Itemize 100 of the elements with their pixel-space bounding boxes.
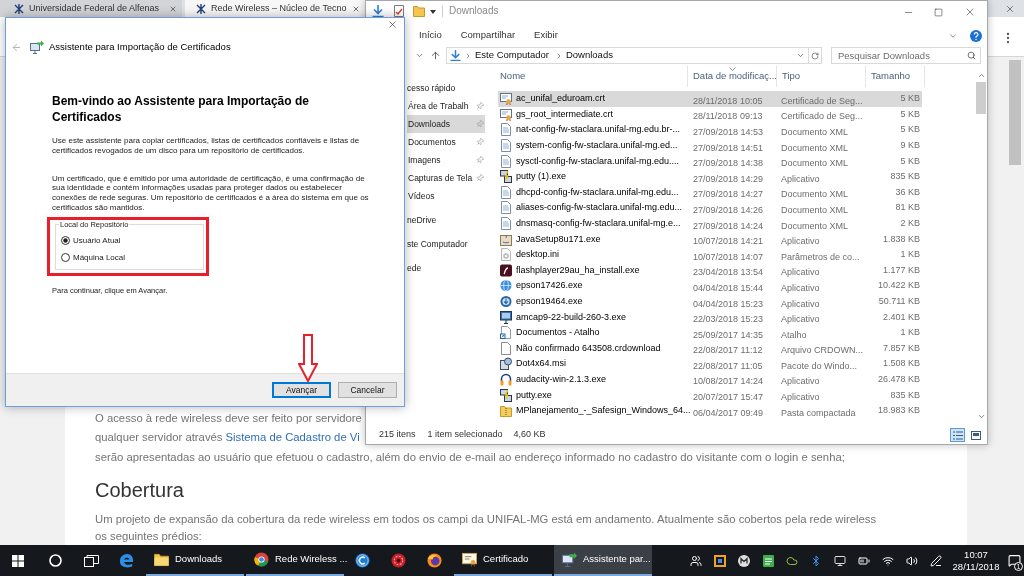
document-icon (500, 201, 512, 215)
file-row[interactable]: dhcpd-config-fw-staclara.unifal-mg.edu... 27/09/2018 14:27 Documento XML 36 KB (498, 184, 922, 201)
radio-option[interactable]: Usuário Atual (61, 233, 121, 248)
file-size: 18.983 KB (877, 405, 920, 417)
file-row[interactable]: amcap9-22-build-260-3.exe 22/03/2018 15:23 Aplicativo 2.401 KB (498, 309, 922, 325)
file-row[interactable]: dnsmasq-config-fw-staclara.unifal-mg.e... 27/09/2018 14:24 Documento XML 2 KB (498, 215, 922, 232)
ring-icon[interactable] (48, 554, 62, 567)
cadastro-link[interactable]: Sistema de Cadastro de Vi (225, 431, 360, 443)
file-row[interactable]: Não confirmado 643508.crdownload 22/08/2017 11:12 Arquivo CRDOWN... 7.857 KB (498, 340, 922, 357)
file-row[interactable]: Dot4x64.msi 22/08/2017 11:05 Pacote do Windo... 1.508 KB (498, 356, 922, 372)
ribbon-tab[interactable]: Compartilhar (454, 28, 522, 43)
close-icon[interactable] (386, 19, 398, 30)
nav-item[interactable]: Capturas de Tela (407, 169, 485, 187)
browser-tab[interactable]: Rede Wireless – Núcleo de Tecno (185, 0, 365, 17)
cancel-button[interactable]: Cancelar (338, 382, 397, 398)
close-icon[interactable] (964, 6, 976, 18)
file-row[interactable]: ac_unifal_eduroam.crt 28/11/2018 10:05 Certificado de Seg... 5 KB (498, 91, 922, 107)
selection-size: 4,60 KB (513, 428, 546, 442)
battery-icon[interactable] (858, 554, 870, 567)
scroll-down-icon[interactable] (976, 412, 986, 421)
file-date: 27/09/2018 14:53 (693, 127, 764, 137)
wifi-icon[interactable] (882, 554, 894, 567)
radio-option[interactable]: Máquina Local (61, 250, 126, 265)
caret-icon[interactable] (430, 10, 436, 14)
properties-icon[interactable] (394, 5, 404, 17)
circle-app-icon[interactable] (738, 554, 750, 567)
scrollbar-thumb[interactable] (976, 82, 986, 114)
maximize-icon[interactable] (933, 7, 943, 17)
column-header[interactable]: Tamanho (866, 66, 925, 87)
next-button[interactable]: Avançar (272, 382, 331, 398)
radio-icon[interactable] (61, 253, 70, 263)
address-bar[interactable]: Este Computador Downloads (446, 47, 809, 64)
start-icon[interactable] (12, 554, 24, 567)
clock-date[interactable]: 28/11/2018 (952, 560, 1000, 573)
recent-locations-icon[interactable] (415, 51, 424, 60)
file-row[interactable]: epson19464.exe 04/04/2018 15:23 Aplicativo 50.711 KB (498, 293, 922, 310)
notification-icon[interactable] (1007, 554, 1021, 567)
nav-item[interactable]: neDrive (407, 211, 485, 229)
details-view-button[interactable] (950, 428, 965, 442)
browser-tab[interactable]: Universidade Federal de Alfenas (0, 0, 182, 17)
search-icon[interactable] (967, 51, 976, 60)
taskbar-window-button[interactable]: Downloads (146, 545, 244, 576)
file-row[interactable]: aliases-config-fw-staclara.unifal-mg.edu... 27/09/2018 14:26 Documento XML 81 KB (498, 200, 922, 216)
radio-icon[interactable] (61, 236, 70, 246)
scroll-up-icon[interactable] (976, 71, 986, 80)
breadcrumb[interactable]: Este Computador (472, 48, 552, 63)
file-row[interactable]: putty.exe 20/07/2017 15:47 Aplicativo 835 KB (498, 387, 922, 403)
dropdown-icon[interactable] (796, 51, 805, 60)
c-logo-icon[interactable] (354, 553, 370, 568)
search-field[interactable]: Pesquisar Downloads (831, 47, 981, 64)
file-row[interactable]: JavaSetup8u171.exe 10/07/2018 14:21 Aplicativo 1.838 KB (498, 231, 922, 247)
file-row[interactable]: sysctl-config-fw-staclara.unifal-mg.edu.... 27/09/2018 14:38 Documento XML 5 KB (498, 153, 922, 169)
column-header[interactable]: Nome (498, 66, 688, 87)
refresh-button[interactable] (809, 47, 822, 64)
scrollbar-thumb[interactable] (1009, 60, 1021, 165)
file-row[interactable]: Documentos - Atalho 25/09/2017 14:35 Atalho 1 KB (498, 324, 922, 341)
e-logo-icon[interactable] (118, 553, 134, 568)
bluetooth-icon[interactable] (810, 554, 822, 567)
file-row[interactable]: MPlanejamento_-_Safesign_Windows_64... 06/04/2017 09:49 Pasta compactada 18.983 KB (498, 402, 922, 419)
people-icon[interactable] (690, 554, 702, 567)
file-row[interactable]: epson17426.exe 04/04/2018 15:44 Aplicativo 10.422 KB (498, 278, 922, 294)
column-header[interactable]: Tipo (777, 66, 866, 87)
taskbar-window-button[interactable]: Assistente par... (554, 545, 652, 576)
pen-icon[interactable] (930, 554, 942, 567)
square-app-icon[interactable] (714, 554, 726, 567)
help-icon[interactable] (970, 29, 982, 42)
file-row[interactable]: flashplayer29au_ha_install.exe 23/04/2018 13:54 Aplicativo 1.177 KB (498, 262, 922, 279)
up-arrow-icon[interactable] (430, 50, 441, 61)
ribbon-tab[interactable]: Início (413, 28, 448, 43)
monitor-icon[interactable] (834, 554, 846, 567)
nav-item[interactable]: Vídeos (407, 187, 485, 205)
nav-item[interactable]: Área de Trabalh (407, 97, 485, 115)
nav-item[interactable]: Documentos (407, 133, 485, 151)
file-row[interactable]: audacity-win-2.1.3.exe 10/08/2017 14:24 Aplicativo 26.478 KB (498, 371, 922, 388)
task-view-icon[interactable] (83, 554, 99, 567)
sheet-app-icon[interactable] (762, 554, 774, 567)
file-row[interactable]: system-config-fw-staclara.unifal-mg.ed... 27/09/2018 14:51 Documento XML 9 KB (498, 137, 922, 154)
column-header[interactable]: Data de modificaç... (688, 66, 777, 87)
download-icon[interactable] (372, 5, 384, 17)
file-row[interactable]: desktop.ini 10/07/2018 14:07 Parâmetros de co... 1 KB (498, 246, 922, 263)
close-icon[interactable] (169, 4, 177, 13)
nav-item[interactable]: ste Computador (407, 235, 485, 253)
close-icon[interactable] (352, 4, 360, 13)
file-row[interactable]: putty (1).exe 27/09/2018 14:29 Aplicativo 835 KB (498, 168, 922, 185)
nav-item[interactable]: Downloads (407, 115, 485, 133)
file-row[interactable]: nat-config-fw-staclara.unifal-mg.edu.br-... 27/09/2018 14:53 Documento XML 5 KB (498, 122, 922, 138)
file-row[interactable]: gs_root_intermediate.crt 28/11/2018 09:13 Certificado de Seg... 5 KB (498, 106, 922, 123)
ribbon-tab[interactable]: Exibir (528, 28, 564, 43)
close-icon[interactable] (1005, 4, 1015, 14)
breadcrumb[interactable]: Downloads (562, 48, 616, 63)
nav-item[interactable]: cesso rápido (407, 79, 485, 97)
flame-globe-icon[interactable] (426, 553, 442, 568)
clock-time[interactable]: 10:07 (964, 548, 988, 561)
cloud-icon[interactable] (786, 554, 798, 567)
taskbar-window-button[interactable]: Certificado (454, 545, 552, 576)
volume-icon[interactable] (906, 554, 918, 567)
nav-item[interactable]: ede (407, 259, 485, 277)
large-icons-view-button[interactable] (968, 428, 983, 442)
emblem-icon[interactable] (390, 553, 406, 568)
nav-item[interactable]: Imagens (407, 151, 485, 169)
